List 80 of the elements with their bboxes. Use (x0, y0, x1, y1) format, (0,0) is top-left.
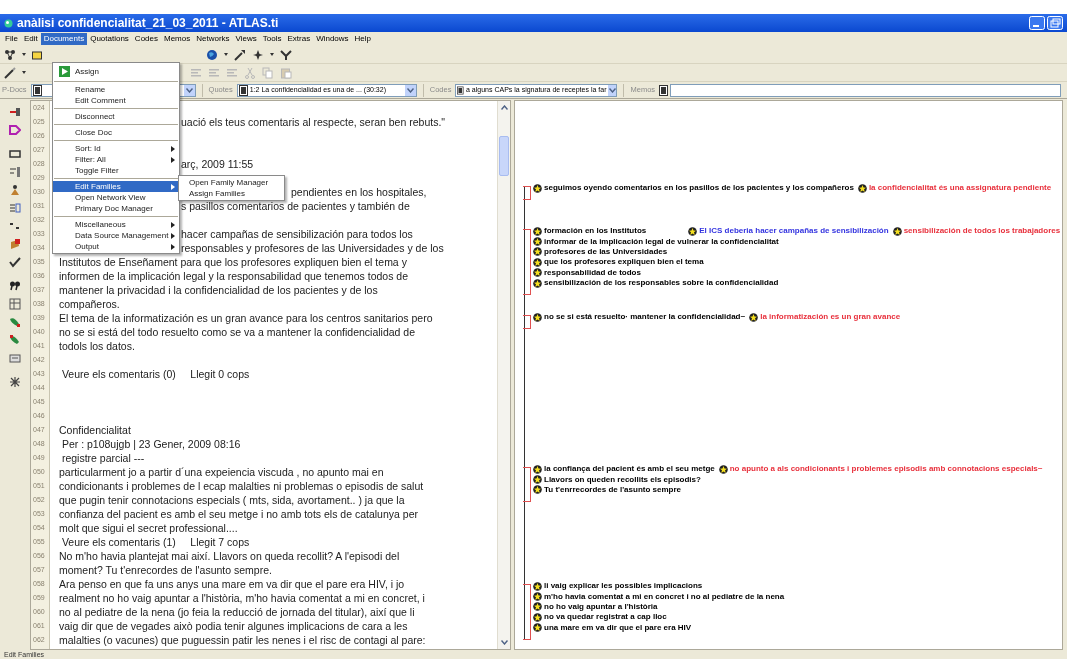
menu-item[interactable]: Codes (131, 33, 161, 45)
text-line: Confidencialitat (59, 424, 131, 436)
menu-item[interactable]: Toggle Filter (53, 165, 179, 176)
text-line: Per : p108ujgb | 23 Gener, 2009 08:16 (60, 438, 241, 450)
text-line: todols los datos. (59, 340, 135, 352)
window-title: anàlisi confidencialitat_21_03_2011 - ATLAS.ti (17, 15, 279, 32)
text-line: informen de la implicación legal y la responsabilidad que tenemos todos de (59, 270, 409, 282)
menu-item[interactable]: Edit Families (53, 181, 179, 192)
text-line: mantener la privacidad i la confidencialidad de los pacientes y de los (59, 284, 378, 296)
code-label[interactable]: que los profesores expliquen bien el tema (544, 257, 704, 268)
menu-item[interactable]: Windows (313, 33, 352, 45)
code-label[interactable]: li vaig explicar les possibles implicacions (544, 581, 703, 592)
text-line: Institutos de Enseñament para que los profesores expliquen bien el tema y (59, 256, 407, 268)
text-line: responsables y profesores de las Universidades y de los (181, 242, 444, 254)
text-line: El tema de la informatización es un gran avance para los centros sanitarios pero (59, 312, 433, 324)
menu-item[interactable]: Miscellaneous (53, 219, 179, 230)
code-label[interactable]: sensibilización de los responsables sobre la confidencialidad (544, 278, 779, 289)
text-line: Veure els comentaris (0) Llegit 0 cops (60, 368, 250, 380)
text-line: confianza del pacient es amb el seu metge i no amb tots els de catalunya per (59, 508, 418, 520)
code-label[interactable]: Llavors on queden recollits els episodis? (544, 474, 701, 485)
menu-item[interactable]: Memos (161, 33, 194, 45)
menu-item[interactable]: Tools (259, 33, 285, 45)
text-line: condicionants i problemes de l ecap malalties ni problemas o episodis de salut (59, 480, 424, 492)
code-label[interactable]: responsabilidad de todos (544, 267, 641, 278)
text-line: uació els teus comentaris al respecte, seran ben rebuts." (181, 116, 446, 128)
code-label[interactable]: El ICS deberia hacer campañas de sensibilización (699, 226, 889, 237)
text-line: particularment jo a partir d´una expeiencia viscuda , no apunto mai en (59, 466, 384, 478)
menu-item[interactable]: Open Family Manager (179, 177, 285, 188)
code-label[interactable]: sensibilización de todos los trabajadores (903, 226, 1061, 237)
code-label[interactable]: no se si está resuelto· mantener la confidencialidad~ (544, 312, 746, 323)
text-line: pendientes en los hospitales, (291, 186, 427, 198)
code-label[interactable]: la confiança del pacient és amb el seu metge (544, 464, 715, 475)
menu-item[interactable]: Assign Families (179, 188, 285, 199)
code-label[interactable]: Tu t'enrrecordes de l'asunto sempre (544, 484, 682, 495)
text-line: malalties (o vacunes) que puguessin patir les nenes i el risc de contagi al pare: (59, 634, 426, 646)
menu-item[interactable]: Assign (53, 64, 179, 79)
menu-item[interactable]: Edit (20, 33, 41, 45)
menu-item[interactable]: Extras (284, 33, 314, 45)
text-line: Ara penso en que fa uns anys una mare em va dir que el pare era HIV, i jo (59, 578, 405, 590)
menu-item[interactable]: Help (351, 33, 375, 45)
code-label[interactable]: profesores de las Universidades (544, 246, 668, 257)
code-label[interactable]: no apunto a als condicionants i problemes episodis amb connotacions especials~ (729, 464, 1043, 475)
menu-item[interactable]: Rename (53, 84, 179, 95)
text-line: arç, 2009 11:55 (181, 158, 254, 170)
text-line: No m'ho havia plantejat mai així. Llavors on queda recollit? A l'episodi del (59, 550, 400, 562)
text-line: compañeros. (59, 298, 120, 310)
code-label[interactable]: seguimos oyendo comentarios en los pasillos de los pacientes y los compañeros (544, 183, 854, 194)
text-line: que pugin tenir connotacions especials ( mts, sida, avortament.. ) ja que la (59, 494, 405, 506)
text-line: moment? Tu t'enrecordes de l'asunto sempre. (59, 564, 272, 576)
text-line: no al pediatre de la nena (jo feia la reducció de jornada del titular), així que li (59, 606, 415, 618)
menu-item[interactable]: Sort: Id (53, 143, 179, 154)
text-line: s pasillos comentarios de pacientes y también de (181, 200, 410, 212)
menu-item[interactable]: Quotations (87, 33, 132, 45)
menu-item[interactable]: Primary Doc Manager (53, 203, 179, 214)
code-label[interactable]: la confidencialitat és una assignatura pendiente (868, 183, 1052, 194)
code-label[interactable]: no va quedar registrat a cap lloc (544, 612, 667, 623)
menu-item[interactable]: Data Source Management (53, 230, 179, 241)
code-label[interactable]: informar de la implicación legal de vulnerar la confidencialitat (544, 236, 779, 247)
menu-item[interactable]: Networks (193, 33, 233, 45)
menu-item[interactable]: Documents (40, 33, 88, 45)
text-line: registre parcial --- (60, 452, 145, 464)
menu-item[interactable]: Disconnect (53, 111, 179, 122)
menu-item[interactable]: Views (232, 33, 260, 45)
code-label[interactable]: formación en los Institutos (544, 226, 647, 237)
text-line: hacer campañas de sensibilización para todos los (181, 228, 413, 240)
code-label[interactable]: la informatización es un gran avance (760, 312, 901, 323)
code-label[interactable]: no ho vaig apuntar a l'història (544, 601, 658, 612)
text-line: molt que sigui el secret professional.... (59, 522, 238, 534)
text-line: no se si está del todo resuelto como se va a mantener la confidencialidad de (59, 326, 416, 338)
code-label[interactable]: una mare em va dir que el pare era HIV (544, 622, 692, 633)
menu-item[interactable]: Open Network View (53, 192, 179, 203)
menu-item[interactable]: Filter: All (53, 154, 179, 165)
menu-item[interactable]: Edit Comment (53, 95, 179, 106)
code-label[interactable]: m'ho havia comentat a mi en concret i no al pediatre de la nena (544, 591, 785, 602)
menu-item[interactable]: File (2, 33, 21, 45)
text-line: vaig dir que de vegades això podia tenir algunes implicacions de cara a les (59, 620, 408, 632)
menu-item[interactable]: Close Doc (53, 127, 179, 138)
text-line: Veure els comentaris (1) Llegit 7 cops (60, 536, 250, 548)
text-line: realment no ho vaig apuntar a l'història, m'ho havia comentat a mi en concret, i (59, 592, 425, 604)
menu-item[interactable]: Output (53, 241, 179, 252)
